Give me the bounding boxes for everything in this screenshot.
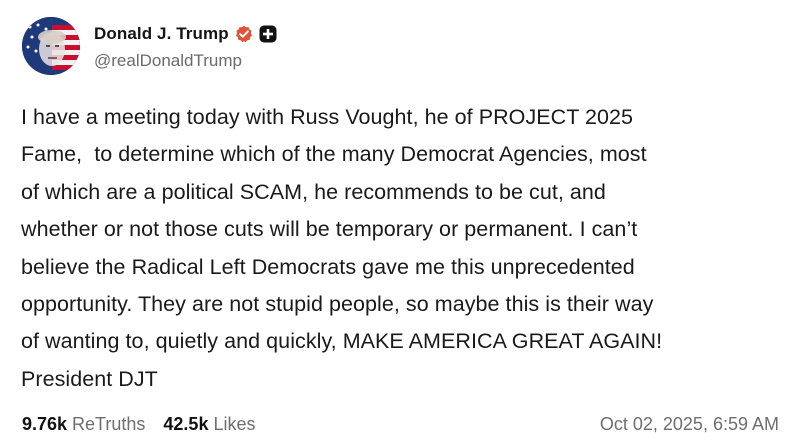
post-footer: 9.76k ReTruths 42.5k Likes Oct 02, 2025,… (22, 411, 779, 437)
retruths-label: ReTruths (72, 413, 146, 434)
avatar[interactable] (22, 17, 80, 75)
post-stats: 9.76k ReTruths 42.5k Likes (22, 414, 273, 435)
likes-count: 42.5k (163, 413, 209, 434)
post-timestamp[interactable]: Oct 02, 2025, 6:59 AM (600, 414, 779, 435)
name-row: Donald J. Trump (94, 22, 277, 46)
plus-badge-icon (259, 25, 277, 43)
likes-stat[interactable]: 42.5k Likes (163, 414, 255, 435)
retruths-stat[interactable]: 9.76k ReTruths (22, 414, 145, 435)
author-names: Donald J. Trump @realDonaldTrump (94, 22, 277, 71)
author-handle[interactable]: @realDonaldTrump (94, 51, 277, 71)
verified-badge-icon (235, 25, 253, 43)
display-name[interactable]: Donald J. Trump (94, 24, 229, 44)
likes-label: Likes (213, 413, 256, 434)
truth-post: Donald J. Trump @realDonaldTrump I have … (0, 0, 800, 443)
retruths-count: 9.76k (22, 413, 68, 434)
post-header: Donald J. Trump @realDonaldTrump (22, 16, 277, 76)
post-body-text: I have a meeting today with Russ Vought,… (21, 105, 663, 391)
